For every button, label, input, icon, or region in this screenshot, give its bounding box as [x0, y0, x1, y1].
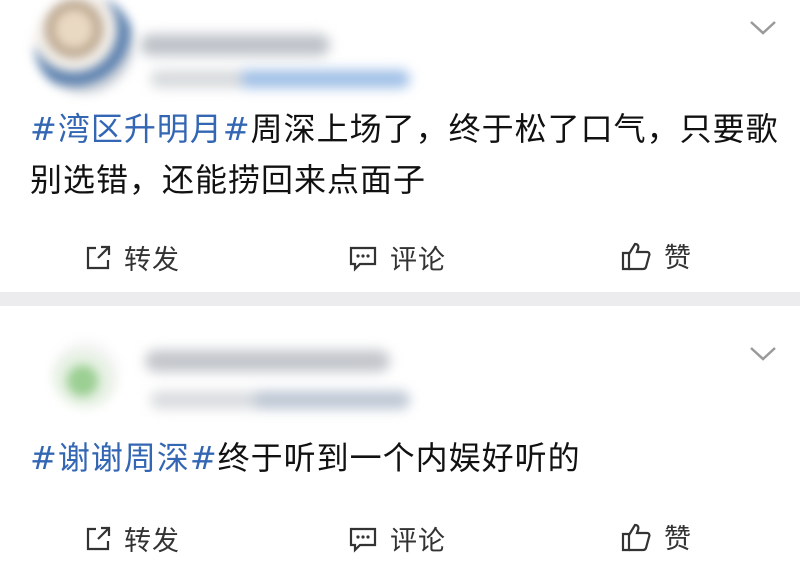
username-blurred[interactable] [140, 34, 330, 56]
thumbs-up-icon [621, 523, 651, 551]
avatar[interactable] [52, 340, 120, 408]
post-card: #谢谢周深#终于听到一个内娱好听的 转发 评论 赞 [0, 306, 800, 571]
like-button[interactable]: 赞 [620, 236, 692, 275]
like-label: 赞 [664, 243, 692, 274]
comment-bubble-icon [349, 246, 377, 272]
post-meta-blurred [150, 391, 410, 409]
repost-label: 转发 [124, 245, 180, 276]
comment-bubble-icon [349, 527, 377, 553]
comment-button[interactable]: 评论 [348, 519, 446, 558]
avatar[interactable] [34, 0, 134, 94]
comment-button[interactable]: 评论 [348, 238, 446, 277]
post-card: #湾区升明月#周深上场了，终于松了口气，只要歌别选错，还能捞回来点面子 转发 评… [0, 0, 800, 292]
thumbs-up-icon [621, 242, 651, 270]
username-blurred[interactable] [145, 350, 390, 372]
post-text: #谢谢周深#终于听到一个内娱好听的 [30, 433, 790, 484]
repost-label: 转发 [124, 526, 180, 557]
more-options-button[interactable] [748, 16, 778, 38]
post-meta-blurred [150, 70, 410, 88]
hashtag-link[interactable]: #谢谢周深# [30, 439, 218, 477]
chevron-down-icon [750, 347, 776, 361]
post-body: 终于听到一个内娱好听的 [217, 439, 581, 477]
share-arrow-icon [86, 245, 111, 269]
like-label: 赞 [664, 524, 692, 555]
share-arrow-icon [86, 526, 111, 550]
post-text: #湾区升明月#周深上场了，终于松了口气，只要歌别选错，还能捞回来点面子 [30, 104, 790, 206]
hashtag-link[interactable]: #湾区升明月# [30, 110, 251, 148]
more-options-button[interactable] [748, 342, 778, 364]
repost-button[interactable]: 转发 [84, 238, 180, 277]
comment-label: 评论 [390, 526, 446, 557]
comment-label: 评论 [390, 245, 446, 276]
repost-button[interactable]: 转发 [84, 519, 180, 558]
like-button[interactable]: 赞 [620, 517, 692, 556]
chevron-down-icon [750, 21, 776, 35]
